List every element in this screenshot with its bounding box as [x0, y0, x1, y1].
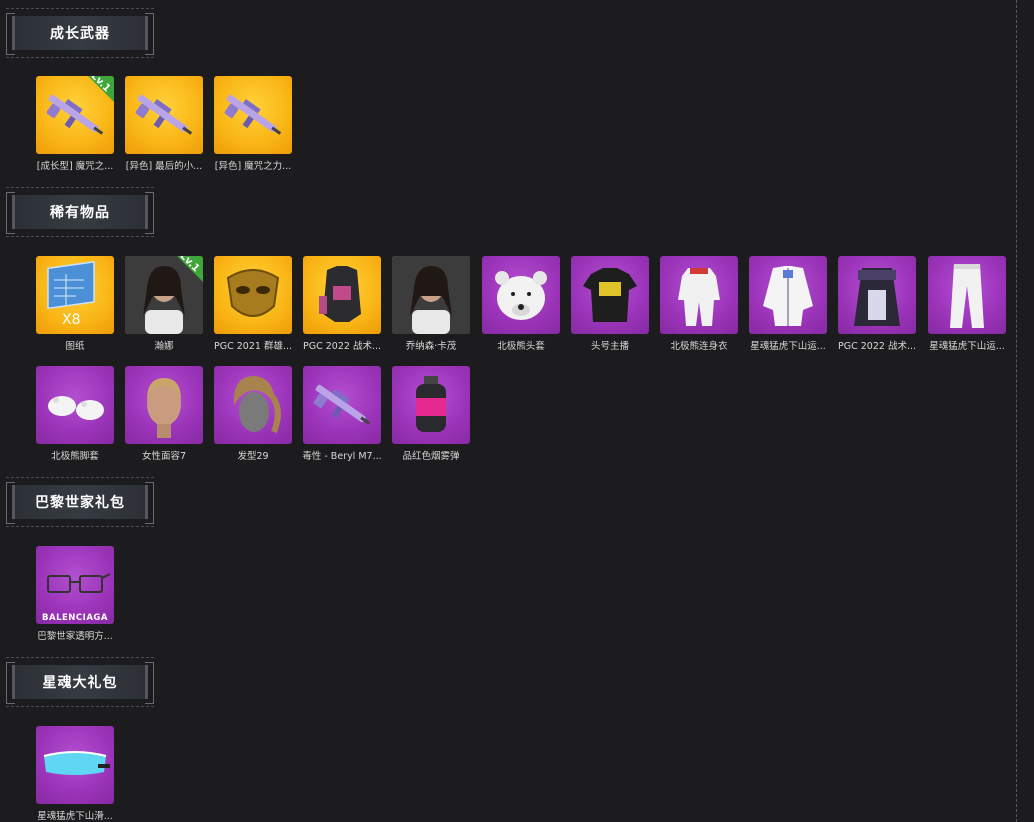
item-tile[interactable]: Lv.1	[36, 76, 114, 154]
item-label: 瀚娜	[154, 341, 174, 352]
section-header: 稀有物品	[6, 187, 154, 237]
item-label: 星魂猛虎下山运...	[750, 341, 826, 352]
hair-icon	[233, 376, 281, 434]
paws-icon	[48, 396, 104, 420]
rifle-icon	[135, 94, 193, 135]
item-tile[interactable]	[303, 256, 381, 334]
reward-item[interactable]: X8 图纸	[35, 256, 115, 352]
reward-item[interactable]: 星魂猛虎下山运...	[927, 256, 1007, 352]
section-header: 成长武器	[6, 8, 154, 58]
item-tile[interactable]	[571, 256, 649, 334]
item-label: 头号主播	[590, 341, 629, 352]
item-tile[interactable]	[36, 366, 114, 444]
reward-item[interactable]: 头号主播	[570, 256, 650, 352]
panel-border	[1016, 0, 1017, 822]
item-tile[interactable]	[392, 256, 470, 334]
face-icon	[147, 378, 181, 438]
reward-list-page: 成长武器 Lv.1 [成长型] 魔咒之... [异色] 最后的小... [异色]…	[0, 0, 1034, 822]
jumpsuit-icon	[678, 268, 720, 326]
item-tile[interactable]: BALENCIAGA	[36, 546, 114, 624]
item-tile[interactable]	[660, 256, 738, 334]
jacket-icon	[763, 266, 813, 326]
tshirt-icon	[583, 268, 637, 322]
reward-item[interactable]: 北极熊头套	[481, 256, 561, 352]
item-label: 毒性 - Beryl M7...	[302, 451, 382, 462]
item-tile[interactable]	[125, 76, 203, 154]
reward-item[interactable]: 北极熊脚套	[35, 366, 115, 462]
reward-item[interactable]: 北极熊连身衣	[659, 256, 739, 352]
item-label: 北极熊头套	[497, 341, 545, 352]
reward-item[interactable]: Lv.1 [成长型] 魔咒之...	[35, 76, 115, 172]
section-header-plate: 成长武器	[12, 16, 148, 50]
smoke-grenade-icon	[416, 376, 446, 432]
item-tile[interactable]	[838, 256, 916, 334]
item-tile[interactable]: Lv.1	[125, 256, 203, 334]
reward-item[interactable]: 发型29	[213, 366, 293, 462]
vest-icon	[319, 266, 361, 322]
item-tile[interactable]	[303, 366, 381, 444]
reward-item[interactable]: PGC 2021 群雄...	[213, 256, 293, 352]
reward-item[interactable]: 乔纳森·卡茂	[391, 256, 471, 352]
rifle-icon	[224, 94, 282, 135]
section-header-plate: 星魂大礼包	[12, 665, 148, 699]
mask-icon	[226, 269, 280, 317]
item-label: PGC 2022 战术...	[303, 341, 381, 352]
reward-item[interactable]: 女性面容7	[124, 366, 204, 462]
section-title: 星魂大礼包	[42, 675, 118, 691]
item-tile[interactable]	[928, 256, 1006, 334]
item-label: 北极熊连身衣	[670, 341, 728, 352]
rifle-icon	[313, 384, 371, 425]
item-tile[interactable]	[392, 366, 470, 444]
item-label: [异色] 最后的小...	[125, 161, 203, 172]
item-label: 星魂猛虎下山运...	[929, 341, 1005, 352]
section-title: 巴黎世家礼包	[35, 495, 125, 511]
reward-item[interactable]: 星魂猛虎下山运...	[748, 256, 828, 352]
item-label: 女性面容7	[141, 451, 187, 462]
reward-item[interactable]: [异色] 魔咒之力...	[213, 76, 293, 172]
brand-label: BALENCIAGA	[42, 613, 108, 623]
reward-item[interactable]: 品红色烟雾弹	[391, 366, 471, 462]
section-title: 成长武器	[50, 26, 110, 42]
item-label: 北极熊脚套	[51, 451, 99, 462]
item-label: 品红色烟雾弹	[402, 451, 460, 462]
item-tile[interactable]	[125, 366, 203, 444]
bear-head-icon	[495, 271, 547, 320]
section-header: 巴黎世家礼包	[6, 477, 154, 527]
section-header-plate: 巴黎世家礼包	[12, 485, 148, 519]
item-label: [成长型] 魔咒之...	[36, 161, 114, 172]
pants-icon	[950, 264, 984, 328]
item-tile[interactable]	[749, 256, 827, 334]
coat-icon	[854, 268, 900, 326]
section-title: 稀有物品	[50, 205, 110, 221]
item-tile[interactable]	[214, 366, 292, 444]
item-tile[interactable]	[214, 256, 292, 334]
reward-item[interactable]: [异色] 最后的小...	[124, 76, 204, 172]
item-label: [异色] 魔咒之力...	[214, 161, 292, 172]
item-tile[interactable]	[482, 256, 560, 334]
reward-item[interactable]: 毒性 - Beryl M7...	[302, 366, 382, 462]
item-label: 巴黎世家透明方...	[37, 631, 113, 642]
item-label: 星魂猛虎下山滑...	[37, 811, 113, 822]
goggles-icon	[43, 751, 110, 775]
item-quantity: X8	[62, 312, 81, 328]
item-tile[interactable]: X8	[36, 256, 114, 334]
reward-item[interactable]: PGC 2022 战术...	[837, 256, 917, 352]
reward-item[interactable]: 星魂猛虎下山滑...	[35, 726, 115, 822]
character-icon	[392, 256, 470, 334]
reward-item[interactable]: BALENCIAGA 巴黎世家透明方...	[35, 546, 115, 642]
item-tile[interactable]	[36, 726, 114, 804]
reward-item[interactable]: PGC 2022 战术...	[302, 256, 382, 352]
item-label: 发型29	[237, 451, 269, 462]
section-header: 星魂大礼包	[6, 657, 154, 707]
section-header-plate: 稀有物品	[12, 195, 148, 229]
item-label: 图纸	[65, 341, 85, 352]
item-label: PGC 2022 战术...	[838, 341, 916, 352]
item-tile[interactable]	[214, 76, 292, 154]
item-label: PGC 2021 群雄...	[214, 341, 292, 352]
item-label: 乔纳森·卡茂	[405, 341, 457, 352]
reward-item[interactable]: Lv.1 瀚娜	[124, 256, 204, 352]
